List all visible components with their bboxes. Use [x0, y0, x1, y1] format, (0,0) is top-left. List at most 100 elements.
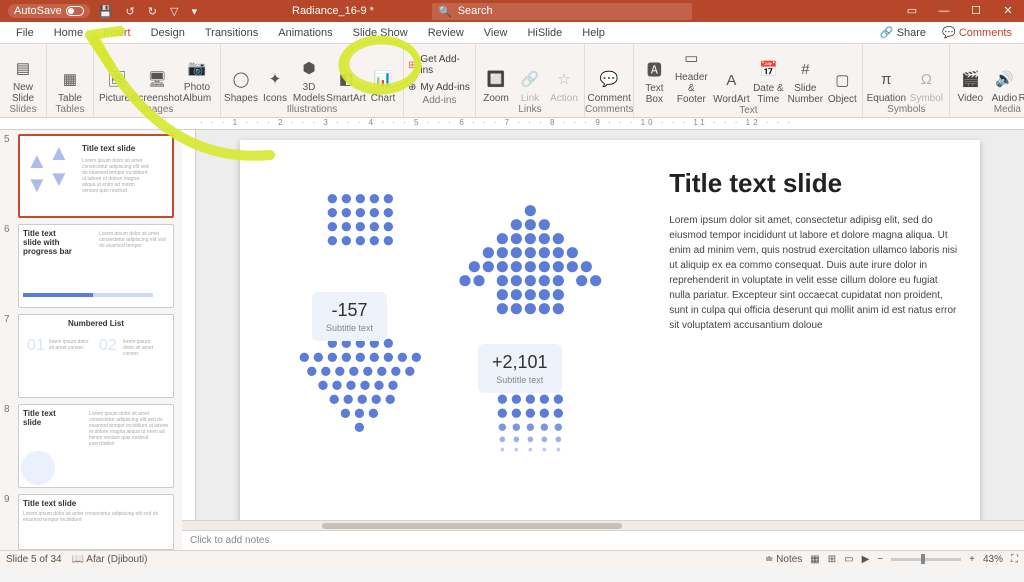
tab-hislide[interactable]: HiSlide	[517, 22, 572, 44]
screenshot-button[interactable]: 🖥Screenshot	[138, 67, 176, 104]
zoom-out[interactable]: −	[877, 554, 883, 565]
thumbnail-5[interactable]: 5 ▲ ▲ ▼ ▼ Title text slide Lorem ipsum d…	[4, 134, 174, 218]
slide-title[interactable]: Title text slide	[669, 168, 960, 199]
tab-insert[interactable]: Insert	[93, 22, 141, 44]
my-addins-button[interactable]: ⊕My Add-ins	[404, 80, 475, 95]
quick-access-toolbar: 💾 ↺ ↻ ▽ ▾	[94, 5, 202, 18]
icons-button[interactable]: ✦Icons	[259, 67, 291, 104]
photo-album-button[interactable]: 📷Photo Album	[178, 56, 216, 104]
tab-file[interactable]: File	[6, 22, 44, 44]
wordart-button[interactable]: AWordArt	[712, 68, 750, 105]
tab-home[interactable]: Home	[44, 22, 93, 44]
group-comments: 💬Comment Comments	[585, 44, 634, 117]
smartart-button[interactable]: ◧SmartArt	[327, 67, 365, 104]
tab-animations[interactable]: Animations	[268, 22, 342, 44]
tab-design[interactable]: Design	[141, 22, 195, 44]
maximize-icon[interactable]: ☐	[960, 0, 992, 22]
save-icon[interactable]: 💾	[99, 6, 113, 18]
fit-window-icon[interactable]: ⛶	[1011, 554, 1018, 565]
close-icon[interactable]: ✕	[992, 0, 1024, 22]
start-icon[interactable]: ▽	[170, 6, 178, 18]
get-addins-button[interactable]: ⊞Get Add-ins	[404, 52, 475, 78]
lang-label[interactable]: 📖 Afar (Djibouti)	[72, 554, 148, 565]
undo-icon[interactable]: ↺	[125, 6, 134, 18]
group-label: Symbols	[887, 104, 925, 115]
scrollbar-horizontal[interactable]	[182, 520, 1024, 530]
icons-icon: ✦	[265, 69, 285, 89]
ribbon: ▤New Slide Slides ▦Table Tables 🖼Picture…	[0, 44, 1024, 118]
headerfooter-button[interactable]: ▭Header & Footer	[672, 46, 710, 105]
ribbon-options-icon[interactable]: ▭	[896, 0, 928, 22]
group-addins: ⊞Get Add-ins ⊕My Add-ins Add-ins	[404, 44, 476, 117]
datetime-button[interactable]: 📅Date & Time	[752, 57, 784, 105]
comment-icon: 💬	[599, 69, 619, 89]
comments-button[interactable]: 💬 Comments	[936, 26, 1018, 39]
view-slideshow-icon[interactable]: ▶	[862, 554, 870, 565]
audio-button[interactable]: 🔊Audio	[988, 67, 1020, 104]
link-button[interactable]: 🔗Link	[514, 67, 546, 104]
autosave-toggle[interactable]: AutoSave	[8, 4, 90, 18]
comment-button[interactable]: 💬Comment	[590, 67, 628, 104]
group-label: Comments	[585, 104, 633, 115]
chart-icon: 📊	[373, 69, 393, 89]
slide-thumbnails[interactable]: 5 ▲ ▲ ▼ ▼ Title text slide Lorem ipsum d…	[0, 130, 182, 550]
customize-qat-icon[interactable]: ▾	[192, 6, 198, 18]
slidenumber-button[interactable]: #Slide Number	[786, 57, 824, 105]
tab-transitions[interactable]: Transitions	[195, 22, 268, 44]
shapes-button[interactable]: ◯Shapes	[225, 67, 257, 104]
view-normal-icon[interactable]: ▦	[810, 554, 819, 565]
table-button[interactable]: ▦Table	[51, 67, 89, 104]
action-button[interactable]: ☆Action	[548, 67, 580, 104]
zoom-level[interactable]: 43%	[983, 554, 1003, 565]
chart-button[interactable]: 📊Chart	[367, 67, 399, 104]
minimize-icon[interactable]: —	[928, 0, 960, 22]
video-button[interactable]: 🎬Video	[954, 67, 986, 104]
view-sorter-icon[interactable]: ⊞	[828, 554, 836, 565]
current-slide[interactable]: -157 Subtitle text +2,101 Subtitle text …	[240, 140, 980, 520]
shapes-icon: ◯	[231, 69, 251, 89]
group-illustrations: ◯Shapes ✦Icons ⬢3D Models ◧SmartArt 📊Cha…	[221, 44, 404, 117]
thumbnail-8[interactable]: 8 Title text slide Lorem ipsum dolor sit…	[4, 404, 174, 488]
status-bar: Slide 5 of 34 📖 Afar (Djibouti) ≐ Notes …	[0, 550, 1024, 568]
pictures-button[interactable]: 🖼Pictures	[98, 67, 136, 104]
group-text: 🅰Text Box ▭Header & Footer AWordArt 📅Dat…	[634, 44, 863, 117]
notes-pane[interactable]: Click to add notes	[182, 530, 1024, 550]
share-button[interactable]: 🔗 Share	[874, 26, 932, 39]
thumbnail-6[interactable]: 6 Title text slide with progress bar Lor…	[4, 224, 174, 308]
zoom-slider[interactable]	[891, 558, 961, 561]
screenshot-icon: 🖥	[147, 69, 167, 89]
value-box-1: -157 Subtitle text	[312, 292, 387, 341]
3dmodels-button[interactable]: ⬢3D Models	[293, 56, 325, 104]
redo-icon[interactable]: ↻	[148, 6, 157, 18]
tab-review[interactable]: Review	[418, 22, 474, 44]
new-slide-button[interactable]: ▤New Slide	[4, 56, 42, 104]
symbol-button[interactable]: ΩSymbol	[907, 67, 945, 104]
tab-view[interactable]: View	[474, 22, 518, 44]
textbox-button[interactable]: 🅰Text Box	[638, 57, 670, 105]
zoom-in[interactable]: +	[969, 554, 975, 565]
group-symbols: πEquation ΩSymbol Symbols	[863, 44, 950, 117]
group-label: Links	[518, 104, 541, 115]
object-icon: ▢	[832, 70, 852, 90]
slide-canvas[interactable]: -157 Subtitle text +2,101 Subtitle text …	[196, 130, 1024, 520]
table-icon: ▦	[60, 69, 80, 89]
menu-bar: File Home Insert Design Transitions Anim…	[0, 22, 1024, 44]
view-reading-icon[interactable]: ▭	[844, 554, 853, 565]
group-label: Text	[739, 105, 757, 116]
tab-help[interactable]: Help	[572, 22, 615, 44]
equation-button[interactable]: πEquation	[867, 67, 905, 104]
thumbnail-9[interactable]: 9 Title text slide Lorem ipsum dolor sit…	[4, 494, 174, 550]
notes-toggle[interactable]: ≐ Notes	[765, 554, 802, 565]
thumbnail-7[interactable]: 7 Numbered List 01 02 lorem ipsum dolor …	[4, 314, 174, 398]
document-name: Radiance_16-9 *	[292, 5, 374, 17]
tab-slideshow[interactable]: Slide Show	[343, 22, 418, 44]
textbox-icon: 🅰	[644, 59, 664, 79]
wordart-icon: A	[721, 70, 741, 90]
search-box[interactable]: 🔍 Search	[432, 3, 692, 20]
object-button[interactable]: ▢Object	[826, 68, 858, 105]
photo-album-icon: 📷	[187, 58, 207, 78]
slide-position: Slide 5 of 34	[6, 554, 62, 565]
new-slide-icon: ▤	[13, 58, 33, 78]
zoom-button[interactable]: 🔲Zoom	[480, 67, 512, 104]
slide-body[interactable]: Lorem ipsum dolor sit amet, consectetur …	[669, 213, 960, 333]
